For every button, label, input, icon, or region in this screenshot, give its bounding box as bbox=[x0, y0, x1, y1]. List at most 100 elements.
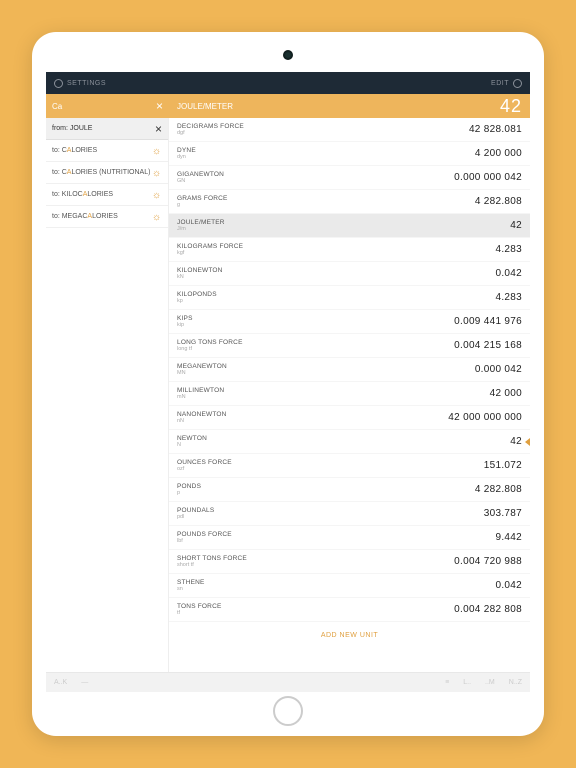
unit-info: DECIGRAMS FORCEdgf bbox=[177, 123, 244, 136]
unit-row[interactable]: POUNDALSpdl 303.787 bbox=[169, 502, 530, 526]
to-label: to: KILOCALORIES bbox=[52, 191, 113, 198]
unit-abbr: GN bbox=[177, 178, 224, 184]
filter-nz[interactable]: N..Z bbox=[509, 679, 522, 686]
unit-info: GIGANEWTONGN bbox=[177, 171, 224, 184]
unit-abbr: J/m bbox=[177, 226, 225, 232]
unit-value: 0.004 215 168 bbox=[454, 340, 522, 351]
unit-abbr: mN bbox=[177, 394, 224, 400]
unit-row[interactable]: NEWTONN42 bbox=[169, 430, 530, 454]
star-icon[interactable]: ☼ bbox=[152, 146, 162, 156]
unit-row[interactable]: TONS FORCEtf0.004 282 808 bbox=[169, 598, 530, 622]
unit-abbr: kN bbox=[177, 274, 223, 280]
unit-value: 4 282.808 bbox=[475, 196, 522, 207]
unit-abbr: dgf bbox=[177, 130, 244, 136]
sidebar-to-item[interactable]: to: CALORIES☼ bbox=[46, 140, 168, 162]
unit-row[interactable]: JOULE/METERJ/m42 bbox=[169, 214, 530, 238]
sidebar-to-item[interactable]: to: KILOCALORIES ☼ bbox=[46, 184, 168, 206]
settings-button[interactable]: SETTINGS bbox=[54, 79, 106, 88]
unit-row[interactable]: MILLINEWTONmN 42 000 bbox=[169, 382, 530, 406]
unit-name: GIGANEWTON bbox=[177, 171, 224, 178]
unit-value: 0.004 282 808 bbox=[454, 604, 522, 615]
home-button[interactable] bbox=[273, 696, 303, 726]
unit-value: 4 282.808 bbox=[475, 484, 522, 495]
unit-row[interactable]: OUNCES FORCEozf151.072 bbox=[169, 454, 530, 478]
unit-info: KILOPONDSkp bbox=[177, 291, 217, 304]
unit-row[interactable]: PONDSp4 282.808 bbox=[169, 478, 530, 502]
unit-value: 42 000 000 000 bbox=[448, 412, 522, 423]
star-icon[interactable]: ☼ bbox=[152, 190, 162, 200]
subheader: Ca × JOULE/METER 42 bbox=[46, 94, 530, 118]
screen: SETTINGS EDIT Ca × JOULE/METER 42 from: … bbox=[46, 72, 530, 692]
unit-abbr: short tf bbox=[177, 562, 247, 568]
unit-value: 303.787 bbox=[484, 508, 522, 519]
search-area[interactable]: Ca × bbox=[46, 99, 169, 113]
unit-value: 0.000 042 bbox=[475, 364, 522, 375]
unit-abbr: long tf bbox=[177, 346, 243, 352]
unit-row[interactable]: DECIGRAMS FORCEdgf42 828.081 bbox=[169, 118, 530, 142]
unit-row[interactable]: KIPSkip0.009 441 976 bbox=[169, 310, 530, 334]
unit-abbr: nN bbox=[177, 418, 227, 424]
unit-row[interactable]: SHORT TONS FORCEshort tf0.004 720 988 bbox=[169, 550, 530, 574]
unit-info: MEGANEWTONMN bbox=[177, 363, 227, 376]
sidebar-to-item[interactable]: to: MEGACALORIES ☼ bbox=[46, 206, 168, 228]
close-icon[interactable]: × bbox=[155, 122, 162, 136]
filter-dash[interactable]: — bbox=[81, 679, 88, 686]
search-text: Ca bbox=[52, 102, 62, 111]
unit-info: GRAMS FORCEg bbox=[177, 195, 228, 208]
to-label: to: CALORIES (NUTRITIONAL) bbox=[52, 169, 150, 176]
filter-l[interactable]: L.. bbox=[463, 679, 471, 686]
unit-name: DYNE bbox=[177, 147, 196, 154]
unit-row[interactable]: POUNDS FORCElbf9.442 bbox=[169, 526, 530, 550]
unit-name: NANONEWTON bbox=[177, 411, 227, 418]
marker-icon bbox=[525, 438, 530, 446]
view-list-icon[interactable]: ≡ bbox=[445, 679, 449, 686]
bottom-bar: A..K — ≡ L.. ..M N..Z bbox=[46, 672, 530, 692]
unit-row[interactable]: KILOGRAMS FORCEkgf4.283 bbox=[169, 238, 530, 262]
add-unit-button[interactable]: ADD NEW UNIT bbox=[169, 622, 530, 649]
content: from: JOULE × to: CALORIES☼to: CALORIES … bbox=[46, 118, 530, 672]
unit-info: KILOGRAMS FORCEkgf bbox=[177, 243, 243, 256]
unit-info: POUNDS FORCElbf bbox=[177, 531, 232, 544]
current-unit-label: JOULE/METER bbox=[177, 102, 233, 111]
edit-icon bbox=[513, 79, 522, 88]
unit-value: 42 000 bbox=[490, 388, 522, 399]
unit-abbr: ozf bbox=[177, 466, 232, 472]
star-icon[interactable]: ☼ bbox=[152, 212, 162, 222]
unit-row[interactable]: MEGANEWTONMN 0.000 042 bbox=[169, 358, 530, 382]
unit-row[interactable]: GIGANEWTONGN 0.000 000 042 bbox=[169, 166, 530, 190]
unit-row[interactable]: NANONEWTONnN 42 000 000 000 bbox=[169, 406, 530, 430]
sidebar-to-item[interactable]: to: CALORIES (NUTRITIONAL)☼ bbox=[46, 162, 168, 184]
unit-row[interactable]: KILONEWTONkN0.042 bbox=[169, 262, 530, 286]
unit-name: STHENE bbox=[177, 579, 205, 586]
unit-value: 0.042 bbox=[495, 580, 522, 591]
unit-name: POUNDALS bbox=[177, 507, 214, 514]
from-unit-row[interactable]: from: JOULE × bbox=[46, 118, 168, 140]
unit-info: MILLINEWTONmN bbox=[177, 387, 224, 400]
star-icon[interactable]: ☼ bbox=[152, 168, 162, 178]
to-label: to: MEGACALORIES bbox=[52, 213, 118, 220]
unit-row[interactable]: STHENEsn0.042 bbox=[169, 574, 530, 598]
unit-name: GRAMS FORCE bbox=[177, 195, 228, 202]
unit-row[interactable]: DYNEdyn4 200 000 bbox=[169, 142, 530, 166]
unit-name: LONG TONS FORCE bbox=[177, 339, 243, 346]
from-label: from: JOULE bbox=[52, 125, 92, 132]
unit-info: POUNDALSpdl bbox=[177, 507, 214, 520]
filter-ak[interactable]: A..K bbox=[54, 679, 67, 686]
unit-row[interactable]: GRAMS FORCEg 4 282.808 bbox=[169, 190, 530, 214]
clear-search-icon[interactable]: × bbox=[156, 99, 163, 113]
unit-abbr: g bbox=[177, 202, 228, 208]
unit-abbr: lbf bbox=[177, 538, 232, 544]
unit-abbr: kgf bbox=[177, 250, 243, 256]
unit-name: SHORT TONS FORCE bbox=[177, 555, 247, 562]
unit-value: 0.042 bbox=[495, 268, 522, 279]
unit-abbr: kip bbox=[177, 322, 193, 328]
unit-abbr: dyn bbox=[177, 154, 196, 160]
edit-button[interactable]: EDIT bbox=[491, 79, 522, 88]
filter-m[interactable]: ..M bbox=[485, 679, 495, 686]
unit-row[interactable]: KILOPONDSkp4.283 bbox=[169, 286, 530, 310]
unit-value: 0.000 000 042 bbox=[454, 172, 522, 183]
unit-info: NEWTONN bbox=[177, 435, 207, 448]
unit-row[interactable]: LONG TONS FORCElong tf 0.004 215 168 bbox=[169, 334, 530, 358]
unit-list[interactable]: DECIGRAMS FORCEdgf42 828.081DYNEdyn4 200… bbox=[169, 118, 530, 672]
unit-info: JOULE/METERJ/m bbox=[177, 219, 225, 232]
